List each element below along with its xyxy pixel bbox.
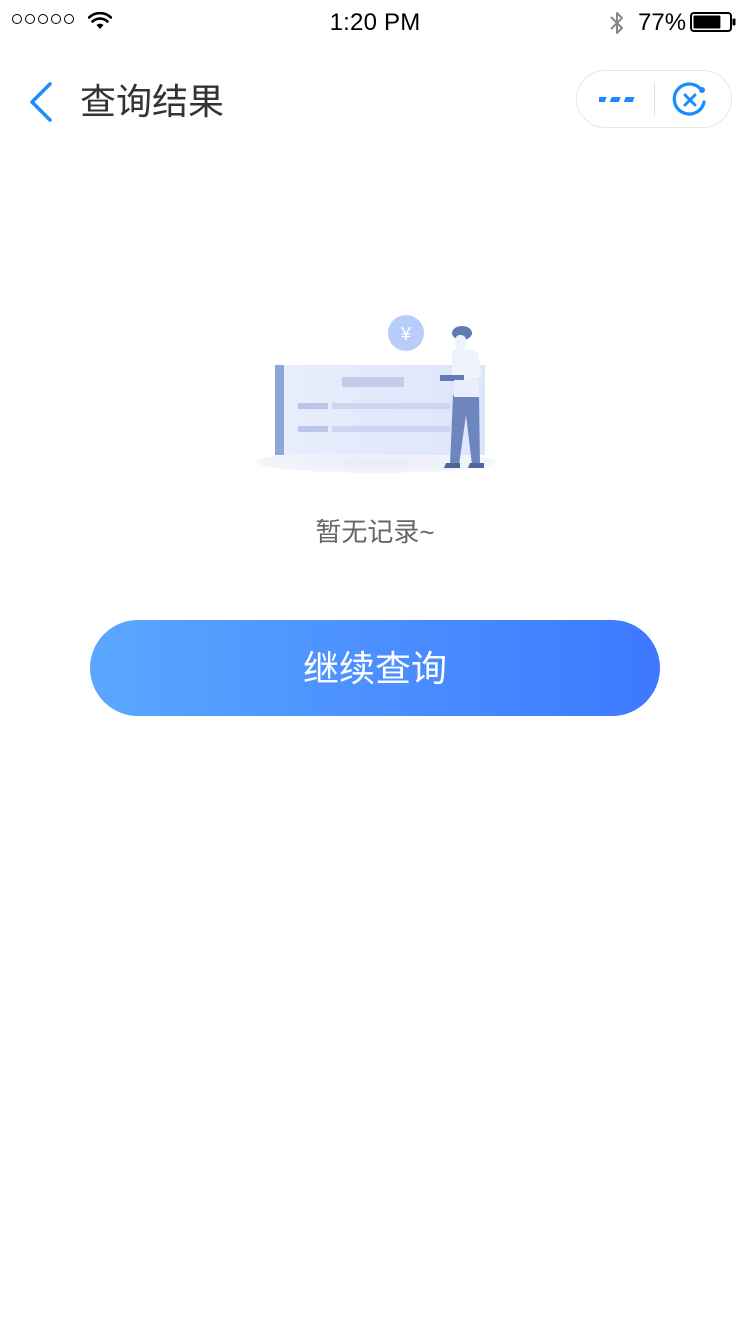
battery-percent: 77%	[638, 9, 687, 36]
capsule-divider	[654, 83, 655, 116]
mini-program-capsule	[576, 70, 732, 128]
close-target-icon[interactable]	[671, 81, 709, 119]
chevron-left-icon[interactable]	[26, 80, 56, 124]
currency-symbol: ¥	[400, 324, 412, 344]
empty-record-illustration: ¥	[256, 315, 496, 473]
navigation-bar: 查询结果	[0, 44, 750, 160]
bluetooth-icon	[610, 12, 623, 34]
page-title: 查询结果	[80, 81, 225, 122]
more-dots-icon[interactable]	[599, 85, 643, 113]
battery-icon	[690, 12, 736, 32]
empty-state-message: 暂无记录~	[315, 517, 435, 547]
continue-query-button[interactable]: 继续查询	[90, 620, 660, 716]
status-bar: 1:20 PM 77%	[0, 0, 750, 44]
